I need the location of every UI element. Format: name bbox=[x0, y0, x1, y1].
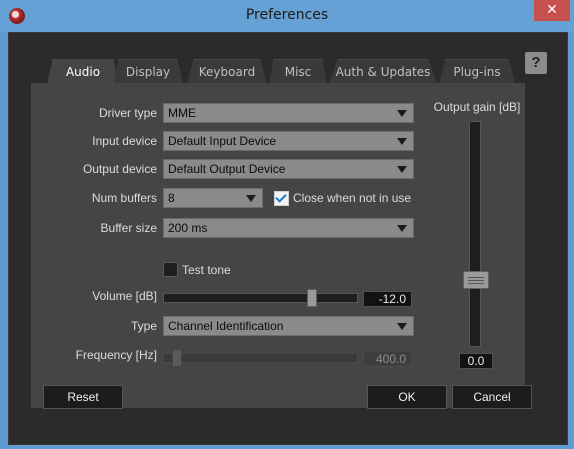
buffer-size-value: 200 ms bbox=[168, 221, 208, 235]
type-combo[interactable]: Channel Identification bbox=[163, 316, 414, 336]
num-buffers-label: Num buffers bbox=[91, 191, 157, 205]
frequency-label: Frequency [Hz] bbox=[75, 348, 157, 362]
type-label: Type bbox=[130, 319, 157, 333]
output-gain-slider-thumb[interactable] bbox=[463, 270, 489, 289]
volume-label: Volume [dB] bbox=[92, 289, 157, 303]
chevron-down-icon bbox=[397, 225, 407, 232]
tab-plug-ins[interactable]: Plug-ins bbox=[439, 59, 515, 84]
input-device-label: Input device bbox=[92, 134, 157, 148]
output-gain-value[interactable]: 0.0 bbox=[459, 353, 493, 369]
frequency-slider-thumb[interactable] bbox=[172, 349, 183, 367]
window-title: Preferences bbox=[245, 7, 329, 23]
driver-type-value: MME bbox=[168, 106, 196, 120]
output-device-value: Default Output Device bbox=[168, 162, 286, 176]
driver-type-label: Driver type bbox=[98, 106, 157, 120]
type-value: Channel Identification bbox=[168, 319, 284, 333]
audio-panel: Driver type MME Input device Default Inp… bbox=[31, 83, 525, 408]
input-device-value: Default Input Device bbox=[168, 134, 277, 148]
grip-line bbox=[468, 282, 484, 284]
input-device-combo[interactable]: Default Input Device bbox=[163, 131, 414, 151]
frequency-value[interactable]: 400.0 bbox=[363, 351, 412, 367]
cancel-button[interactable]: Cancel bbox=[452, 385, 532, 409]
tab-bar: Audio Display Keyboard Misc Auth & Updat… bbox=[47, 59, 537, 84]
volume-slider[interactable] bbox=[163, 293, 358, 303]
close-when-not-in-use-checkbox[interactable] bbox=[274, 191, 289, 206]
volume-value[interactable]: -12.0 bbox=[363, 291, 412, 307]
num-buffers-combo[interactable]: 8 bbox=[163, 188, 263, 208]
chevron-down-icon bbox=[397, 138, 407, 145]
dialog-content: ? Audio Display Keyboard Misc Auth & Upd… bbox=[8, 32, 568, 445]
grip-line bbox=[468, 279, 484, 281]
ok-button[interactable]: OK bbox=[367, 385, 447, 409]
test-tone-checkbox[interactable] bbox=[163, 262, 178, 277]
buffer-size-label: Buffer size bbox=[100, 221, 157, 235]
tab-auth-updates[interactable]: Auth & Updates bbox=[329, 59, 437, 84]
close-button[interactable]: ✕ bbox=[534, 0, 570, 21]
chevron-down-icon bbox=[397, 323, 407, 330]
tab-keyboard[interactable]: Keyboard bbox=[187, 59, 267, 84]
close-when-not-in-use-label: Close when not in use bbox=[293, 191, 412, 205]
chevron-down-icon bbox=[397, 166, 407, 173]
buffer-size-combo[interactable]: 200 ms bbox=[163, 218, 414, 238]
chevron-down-icon bbox=[397, 110, 407, 117]
tab-misc[interactable]: Misc bbox=[269, 59, 327, 84]
test-tone-label: Test tone bbox=[182, 263, 231, 277]
output-device-combo[interactable]: Default Output Device bbox=[163, 159, 414, 179]
volume-slider-thumb[interactable] bbox=[307, 289, 318, 307]
num-buffers-value: 8 bbox=[168, 191, 175, 205]
output-device-label: Output device bbox=[82, 162, 157, 176]
chevron-down-icon bbox=[246, 195, 256, 202]
output-gain-label: Output gain [dB] bbox=[433, 100, 521, 114]
driver-type-combo[interactable]: MME bbox=[163, 103, 414, 123]
output-gain-slider[interactable] bbox=[469, 121, 481, 347]
tab-display[interactable]: Display bbox=[113, 59, 183, 84]
grip-line bbox=[468, 276, 484, 278]
reset-button[interactable]: Reset bbox=[43, 385, 123, 409]
preferences-window: Preferences ✕ ? Audio Display Keyboard M… bbox=[0, 0, 574, 449]
tab-audio[interactable]: Audio bbox=[47, 59, 119, 84]
frequency-slider[interactable] bbox=[163, 353, 358, 363]
title-bar: Preferences ✕ bbox=[0, 0, 574, 32]
